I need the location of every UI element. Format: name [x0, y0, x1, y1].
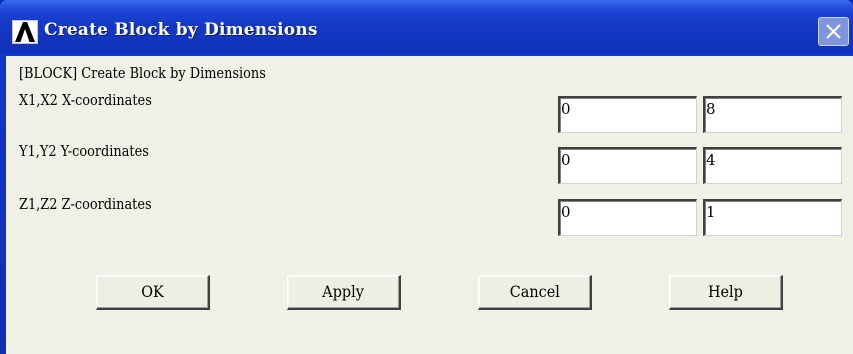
- ok-button[interactable]: OK: [96, 275, 210, 310]
- ok-button-label: OK: [141, 282, 164, 301]
- dialog-body: [BLOCK] Create Block by Dimensions X1,X2…: [6, 56, 853, 354]
- close-button[interactable]: [818, 17, 849, 46]
- x-coordinates-label: X1,X2 X-coordinates: [19, 91, 152, 109]
- help-button-label: Help: [708, 282, 743, 301]
- z2-field[interactable]: 1: [703, 199, 842, 236]
- dialog-window: Create Block by Dimensions [BLOCK] Creat…: [0, 0, 853, 354]
- help-button[interactable]: Help: [669, 275, 783, 310]
- command-label: [BLOCK] Create Block by Dimensions: [19, 64, 266, 82]
- x1-field[interactable]: 0: [558, 96, 697, 133]
- title-bar[interactable]: Create Block by Dimensions: [0, 0, 853, 54]
- apply-button-label: Apply: [322, 282, 365, 301]
- cancel-button-label: Cancel: [509, 282, 560, 301]
- close-icon: [826, 24, 841, 39]
- cancel-button[interactable]: Cancel: [478, 275, 592, 310]
- y-coordinates-label: Y1,Y2 Y-coordinates: [19, 142, 149, 160]
- z-coordinates-label: Z1,Z2 Z-coordinates: [19, 195, 152, 213]
- x2-field[interactable]: 8: [703, 96, 842, 133]
- ansys-logo-icon: [12, 20, 38, 44]
- y1-field[interactable]: 0: [558, 147, 697, 184]
- apply-button[interactable]: Apply: [287, 275, 401, 310]
- window-title: Create Block by Dimensions: [44, 20, 318, 40]
- y2-field[interactable]: 4: [703, 147, 842, 184]
- z1-field[interactable]: 0: [558, 199, 697, 236]
